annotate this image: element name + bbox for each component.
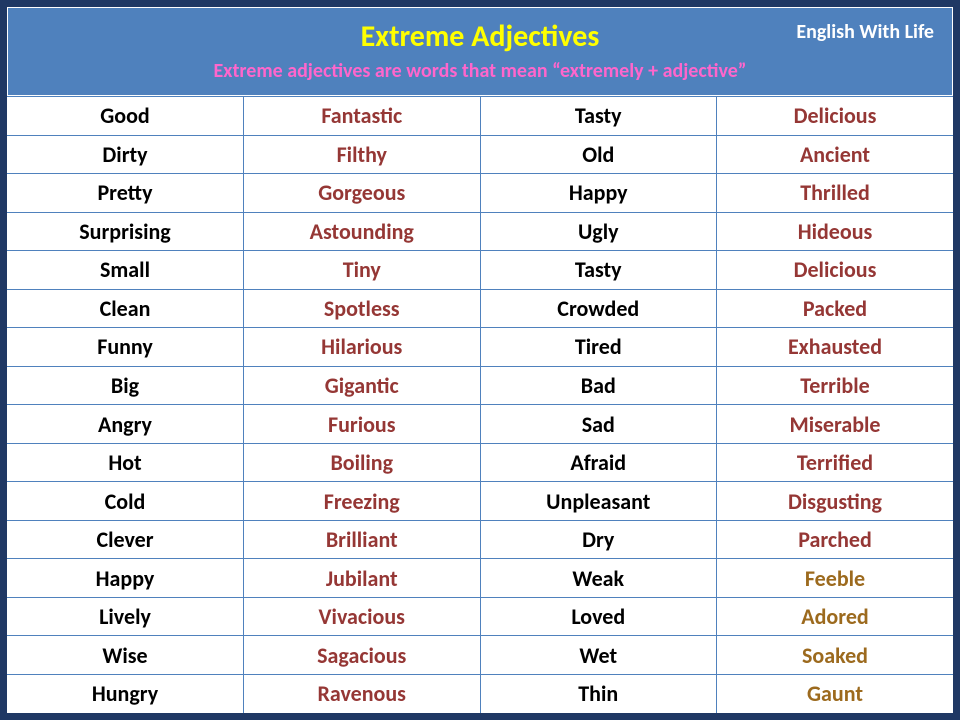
extreme-adjective-cell: Spotless: [244, 289, 481, 328]
base-adjective-cell: Clean: [7, 289, 244, 328]
extreme-adjective-cell: Terrible: [717, 366, 954, 405]
base-adjective-cell: Sad: [480, 405, 717, 444]
extreme-adjective-cell: Thrilled: [717, 174, 954, 213]
base-adjective-cell: Wet: [480, 636, 717, 675]
table-row: ColdFreezingUnpleasantDisgusting: [7, 482, 953, 521]
table-row: FunnyHilariousTiredExhausted: [7, 328, 953, 367]
extreme-adjective-cell: Adored: [717, 597, 954, 636]
extreme-adjective-cell: Packed: [717, 289, 954, 328]
header: Extreme Adjectives English With Life Ext…: [7, 7, 953, 96]
base-adjective-cell: Tired: [480, 328, 717, 367]
extreme-adjective-cell: Hideous: [717, 212, 954, 251]
table-row: BigGiganticBadTerrible: [7, 366, 953, 405]
base-adjective-cell: Tasty: [480, 97, 717, 136]
base-adjective-cell: Hot: [7, 443, 244, 482]
extreme-adjective-cell: Hilarious: [244, 328, 481, 367]
base-adjective-cell: Small: [7, 251, 244, 290]
extreme-adjective-cell: Exhausted: [717, 328, 954, 367]
extreme-adjective-cell: Filthy: [244, 135, 481, 174]
extreme-adjective-cell: Soaked: [717, 636, 954, 675]
base-adjective-cell: Good: [7, 97, 244, 136]
extreme-adjective-cell: Terrified: [717, 443, 954, 482]
base-adjective-cell: Unpleasant: [480, 482, 717, 521]
extreme-adjective-cell: Brilliant: [244, 520, 481, 559]
base-adjective-cell: Clever: [7, 520, 244, 559]
extreme-adjective-cell: Ravenous: [244, 674, 481, 713]
extreme-adjective-cell: Gaunt: [717, 674, 954, 713]
base-adjective-cell: Hungry: [7, 674, 244, 713]
base-adjective-cell: Ugly: [480, 212, 717, 251]
adjective-table: GoodFantasticTastyDeliciousDirtyFilthyOl…: [7, 96, 953, 713]
base-adjective-cell: Big: [7, 366, 244, 405]
base-adjective-cell: Weak: [480, 559, 717, 598]
extreme-adjective-cell: Gigantic: [244, 366, 481, 405]
base-adjective-cell: Bad: [480, 366, 717, 405]
table-row: CleanSpotlessCrowdedPacked: [7, 289, 953, 328]
base-adjective-cell: Angry: [7, 405, 244, 444]
extreme-adjective-cell: Gorgeous: [244, 174, 481, 213]
base-adjective-cell: Cold: [7, 482, 244, 521]
extreme-adjective-cell: Miserable: [717, 405, 954, 444]
base-adjective-cell: Surprising: [7, 212, 244, 251]
table-row: HotBoilingAfraidTerrified: [7, 443, 953, 482]
table-row: HappyJubilantWeakFeeble: [7, 559, 953, 598]
subtitle: Extreme adjectives are words that mean “…: [26, 59, 934, 83]
extreme-adjective-cell: Parched: [717, 520, 954, 559]
table-row: AngryFuriousSadMiserable: [7, 405, 953, 444]
card: Extreme Adjectives English With Life Ext…: [6, 6, 954, 714]
extreme-adjective-cell: Vivacious: [244, 597, 481, 636]
table-row: HungryRavenousThinGaunt: [7, 674, 953, 713]
table-row: SmallTinyTastyDelicious: [7, 251, 953, 290]
extreme-adjective-cell: Furious: [244, 405, 481, 444]
extreme-adjective-cell: Astounding: [244, 212, 481, 251]
base-adjective-cell: Afraid: [480, 443, 717, 482]
base-adjective-cell: Tasty: [480, 251, 717, 290]
base-adjective-cell: Wise: [7, 636, 244, 675]
base-adjective-cell: Happy: [480, 174, 717, 213]
table-row: PrettyGorgeousHappyThrilled: [7, 174, 953, 213]
base-adjective-cell: Loved: [480, 597, 717, 636]
base-adjective-cell: Lively: [7, 597, 244, 636]
table-row: SurprisingAstoundingUglyHideous: [7, 212, 953, 251]
base-adjective-cell: Dirty: [7, 135, 244, 174]
extreme-adjective-cell: Sagacious: [244, 636, 481, 675]
base-adjective-cell: Thin: [480, 674, 717, 713]
base-adjective-cell: Crowded: [480, 289, 717, 328]
base-adjective-cell: Happy: [7, 559, 244, 598]
table-row: LivelyVivaciousLovedAdored: [7, 597, 953, 636]
extreme-adjective-cell: Ancient: [717, 135, 954, 174]
extreme-adjective-cell: Delicious: [717, 251, 954, 290]
brand-label: English With Life: [796, 20, 934, 44]
extreme-adjective-cell: Boiling: [244, 443, 481, 482]
table-row: CleverBrilliantDryParched: [7, 520, 953, 559]
base-adjective-cell: Funny: [7, 328, 244, 367]
base-adjective-cell: Pretty: [7, 174, 244, 213]
base-adjective-cell: Dry: [480, 520, 717, 559]
extreme-adjective-cell: Freezing: [244, 482, 481, 521]
extreme-adjective-cell: Feeble: [717, 559, 954, 598]
base-adjective-cell: Old: [480, 135, 717, 174]
table-row: DirtyFilthyOldAncient: [7, 135, 953, 174]
extreme-adjective-cell: Jubilant: [244, 559, 481, 598]
extreme-adjective-cell: Tiny: [244, 251, 481, 290]
extreme-adjective-cell: Fantastic: [244, 97, 481, 136]
extreme-adjective-cell: Delicious: [717, 97, 954, 136]
table-row: WiseSagaciousWetSoaked: [7, 636, 953, 675]
extreme-adjective-cell: Disgusting: [717, 482, 954, 521]
table-row: GoodFantasticTastyDelicious: [7, 97, 953, 136]
